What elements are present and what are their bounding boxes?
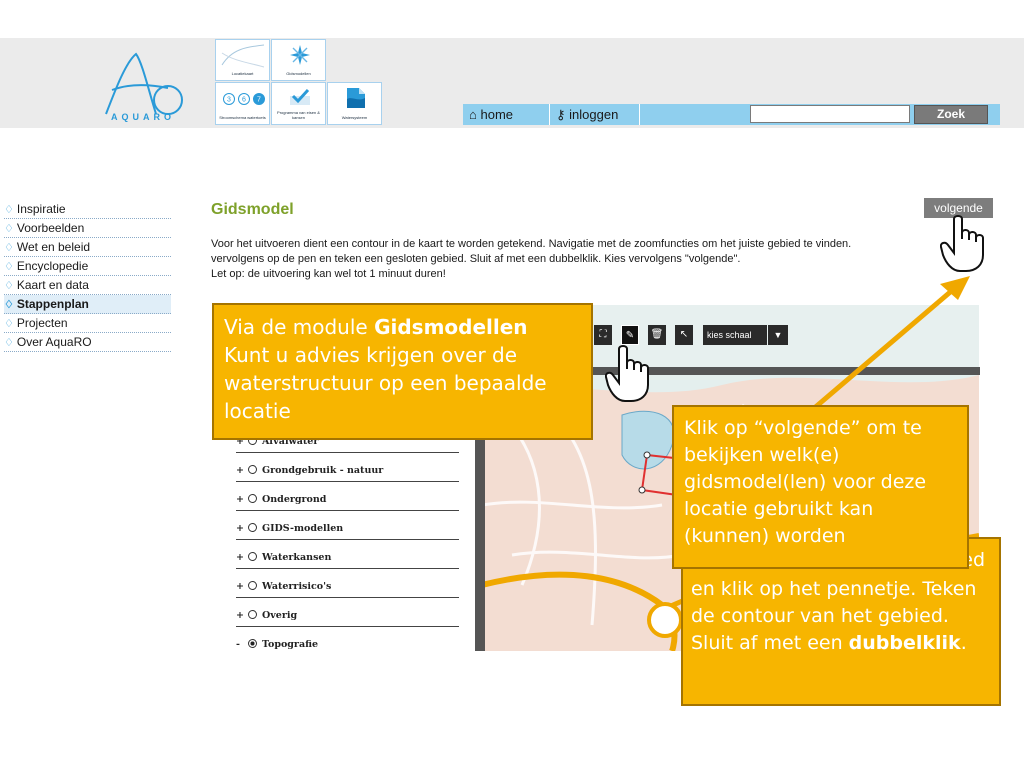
pointer-arrow-line <box>810 280 964 412</box>
callout-text: Kunt u advies krijgen over de waterstruc… <box>224 343 547 423</box>
callout-module: Via de module Gidsmodellen Kunt u advies… <box>212 303 593 440</box>
hand-cursor-icon <box>605 345 649 402</box>
hand-cursor-icon <box>940 215 984 272</box>
callout-next: Klik op “volgende” om te bekijken welk(e… <box>672 405 969 569</box>
callout-text: Via de module <box>224 315 375 339</box>
callout-text: . <box>960 632 967 654</box>
callout-text: Klik op “volgende” om te bekijken welk(e… <box>684 417 927 547</box>
callout-bold: dubbelklik <box>848 632 961 654</box>
callout-bold: Gidsmodellen <box>374 315 528 339</box>
